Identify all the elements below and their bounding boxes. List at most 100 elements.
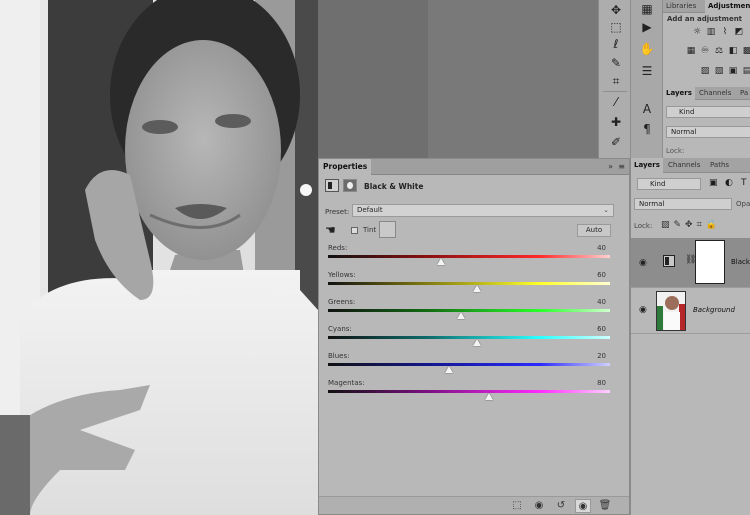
slider-value[interactable]: 40 xyxy=(597,298,606,306)
tab-paths-mini[interactable]: Pa xyxy=(737,87,750,100)
blend-mode-select[interactable]: Normal xyxy=(634,198,732,210)
visibility-icon[interactable]: ◉ xyxy=(575,499,591,513)
tab-properties[interactable]: Properties xyxy=(319,159,372,175)
slider-value[interactable]: 60 xyxy=(597,271,606,279)
panel-menu-button[interactable]: ≡ xyxy=(618,159,625,175)
tools-panel: ✥ ⬚ ℓ ✎ ⌗ ⁄ ✚ ✐ xyxy=(598,0,630,160)
slider-thumb[interactable] xyxy=(484,393,493,400)
tab-channels-mini[interactable]: Channels xyxy=(696,87,734,100)
slider-thumb[interactable] xyxy=(436,258,445,265)
layer-mask-thumbnail[interactable] xyxy=(695,240,725,284)
tint-color-swatch[interactable] xyxy=(379,221,396,238)
adjustment-mode-icon[interactable] xyxy=(325,179,339,192)
reset-icon[interactable]: ↺ xyxy=(553,499,569,513)
clip-to-layer-icon[interactable]: ⬚ xyxy=(509,499,525,513)
black-white-icon[interactable]: ◧ xyxy=(727,46,739,56)
layers-tabs: Layers Channels Paths xyxy=(631,158,750,173)
slider-track[interactable] xyxy=(328,363,610,366)
filter-type-icon[interactable]: T xyxy=(741,178,747,188)
color-balance-icon[interactable]: ⚖ xyxy=(713,46,725,56)
slider-value[interactable]: 60 xyxy=(597,325,606,333)
tint-checkbox[interactable] xyxy=(351,227,358,234)
kind-filter-select[interactable]: Kind xyxy=(637,178,701,190)
lasso-tool-icon[interactable]: ℓ xyxy=(608,36,624,52)
gradient-map-icon[interactable]: ▤ xyxy=(741,66,750,76)
tool-divider xyxy=(603,91,627,92)
preset-select[interactable]: Default ⌄ xyxy=(352,204,614,217)
paragraph-icon[interactable]: ¶ xyxy=(637,120,657,138)
quick-select-tool-icon[interactable]: ✎ xyxy=(608,55,624,71)
filter-image-icon[interactable]: ▣ xyxy=(709,178,718,188)
trash-icon[interactable]: 🗑 xyxy=(597,499,613,513)
tab-channels[interactable]: Channels xyxy=(665,158,703,173)
slider-track[interactable] xyxy=(328,282,610,285)
tab-layers-mini[interactable]: Layers xyxy=(663,87,695,100)
move-tool-icon[interactable]: ✥ xyxy=(608,2,624,18)
slider-thumb[interactable] xyxy=(473,285,482,292)
history-icon[interactable]: ▦ xyxy=(637,0,657,18)
photo-filter-icon[interactable]: ▩ xyxy=(741,46,750,56)
slider-thumb[interactable] xyxy=(445,366,454,373)
slider-thumb[interactable] xyxy=(473,339,482,346)
targeted-adjustment-hand-icon[interactable]: ☚ xyxy=(325,223,336,237)
hue-icon[interactable]: ♾ xyxy=(699,46,711,56)
kind-filter-mini[interactable]: Kind xyxy=(666,106,750,118)
slider-value[interactable]: 20 xyxy=(597,352,606,360)
top-panel-tabs: Libraries Adjustments xyxy=(663,0,750,13)
crop-tool-icon[interactable]: ⌗ xyxy=(608,73,624,89)
layer-name: Background xyxy=(693,306,735,314)
threshold-icon[interactable]: ▣ xyxy=(727,66,739,76)
slider-track[interactable] xyxy=(328,255,610,258)
blend-mode-select-mini[interactable]: Normal xyxy=(666,126,750,138)
tab-paths[interactable]: Paths xyxy=(707,158,732,173)
layers-panel: Layers Channels Paths Kind ▣ ◐ T Normal … xyxy=(630,158,750,515)
workspace-background xyxy=(318,0,428,158)
mini-layers-tabs: Layers Channels Pa xyxy=(663,87,750,100)
invert-icon[interactable]: ▨ xyxy=(699,66,711,76)
layer-name: Black xyxy=(731,258,750,266)
lock-options-icons[interactable]: ▨✎✥⌗🔒 xyxy=(661,220,721,230)
layer-row-black-white[interactable]: ◉ ⛓ Black xyxy=(631,238,750,288)
filter-adjustment-icon[interactable]: ◐ xyxy=(725,178,733,188)
brush-tool-icon[interactable]: ✐ xyxy=(608,134,624,150)
layer-row-background[interactable]: ◉ Background xyxy=(631,288,750,334)
properties-icon[interactable]: ☰ xyxy=(637,62,657,80)
marquee-tool-icon[interactable]: ⬚ xyxy=(608,19,624,35)
properties-tabbar: Properties » ≡ xyxy=(319,159,629,175)
eye-icon[interactable]: ◉ xyxy=(639,258,649,268)
preset-label: Preset: xyxy=(325,208,350,216)
tab-layers[interactable]: Layers xyxy=(631,158,663,173)
slider-track[interactable] xyxy=(328,336,610,339)
slider-label: Cyans: xyxy=(328,325,352,333)
chevron-down-icon: ⌄ xyxy=(603,206,609,214)
auto-button[interactable]: Auto xyxy=(577,224,611,237)
eyedropper-tool-icon[interactable]: ⁄ xyxy=(608,94,624,110)
tab-libraries[interactable]: Libraries xyxy=(663,0,699,13)
document-canvas[interactable] xyxy=(0,0,318,515)
posterize-icon[interactable]: ▧ xyxy=(713,66,725,76)
kind-label-mini: Kind xyxy=(679,108,695,116)
slider-thumb[interactable] xyxy=(456,312,465,319)
vibrance-icon[interactable]: ▦ xyxy=(685,46,697,56)
mask-mode-icon[interactable] xyxy=(343,179,357,192)
eye-icon[interactable]: ◉ xyxy=(639,305,649,315)
slider-track[interactable] xyxy=(328,309,610,312)
view-previous-icon[interactable]: ◉ xyxy=(531,499,547,513)
exposure-icon[interactable]: ◩ xyxy=(733,27,745,37)
slider-label: Greens: xyxy=(328,298,356,306)
character-icon[interactable]: A xyxy=(637,100,657,118)
play-icon[interactable]: ▶ xyxy=(637,18,657,36)
slider-label: Reds: xyxy=(328,244,348,252)
curves-icon[interactable]: ⌇ xyxy=(719,27,731,37)
slider-track[interactable] xyxy=(328,390,610,393)
preset-value: Default xyxy=(357,206,383,214)
tint-label: Tint xyxy=(363,226,377,234)
slider-value[interactable]: 80 xyxy=(597,379,606,387)
healing-brush-tool-icon[interactable]: ✚ xyxy=(608,114,624,130)
levels-icon[interactable]: ▥ xyxy=(705,27,717,37)
brightness-icon[interactable]: ☼ xyxy=(691,27,703,37)
collapse-button[interactable]: » xyxy=(608,159,613,175)
brush-settings-icon[interactable]: ✋ xyxy=(637,40,657,58)
slider-value[interactable]: 40 xyxy=(597,244,606,252)
tab-adjustments[interactable]: Adjustments xyxy=(705,0,750,13)
